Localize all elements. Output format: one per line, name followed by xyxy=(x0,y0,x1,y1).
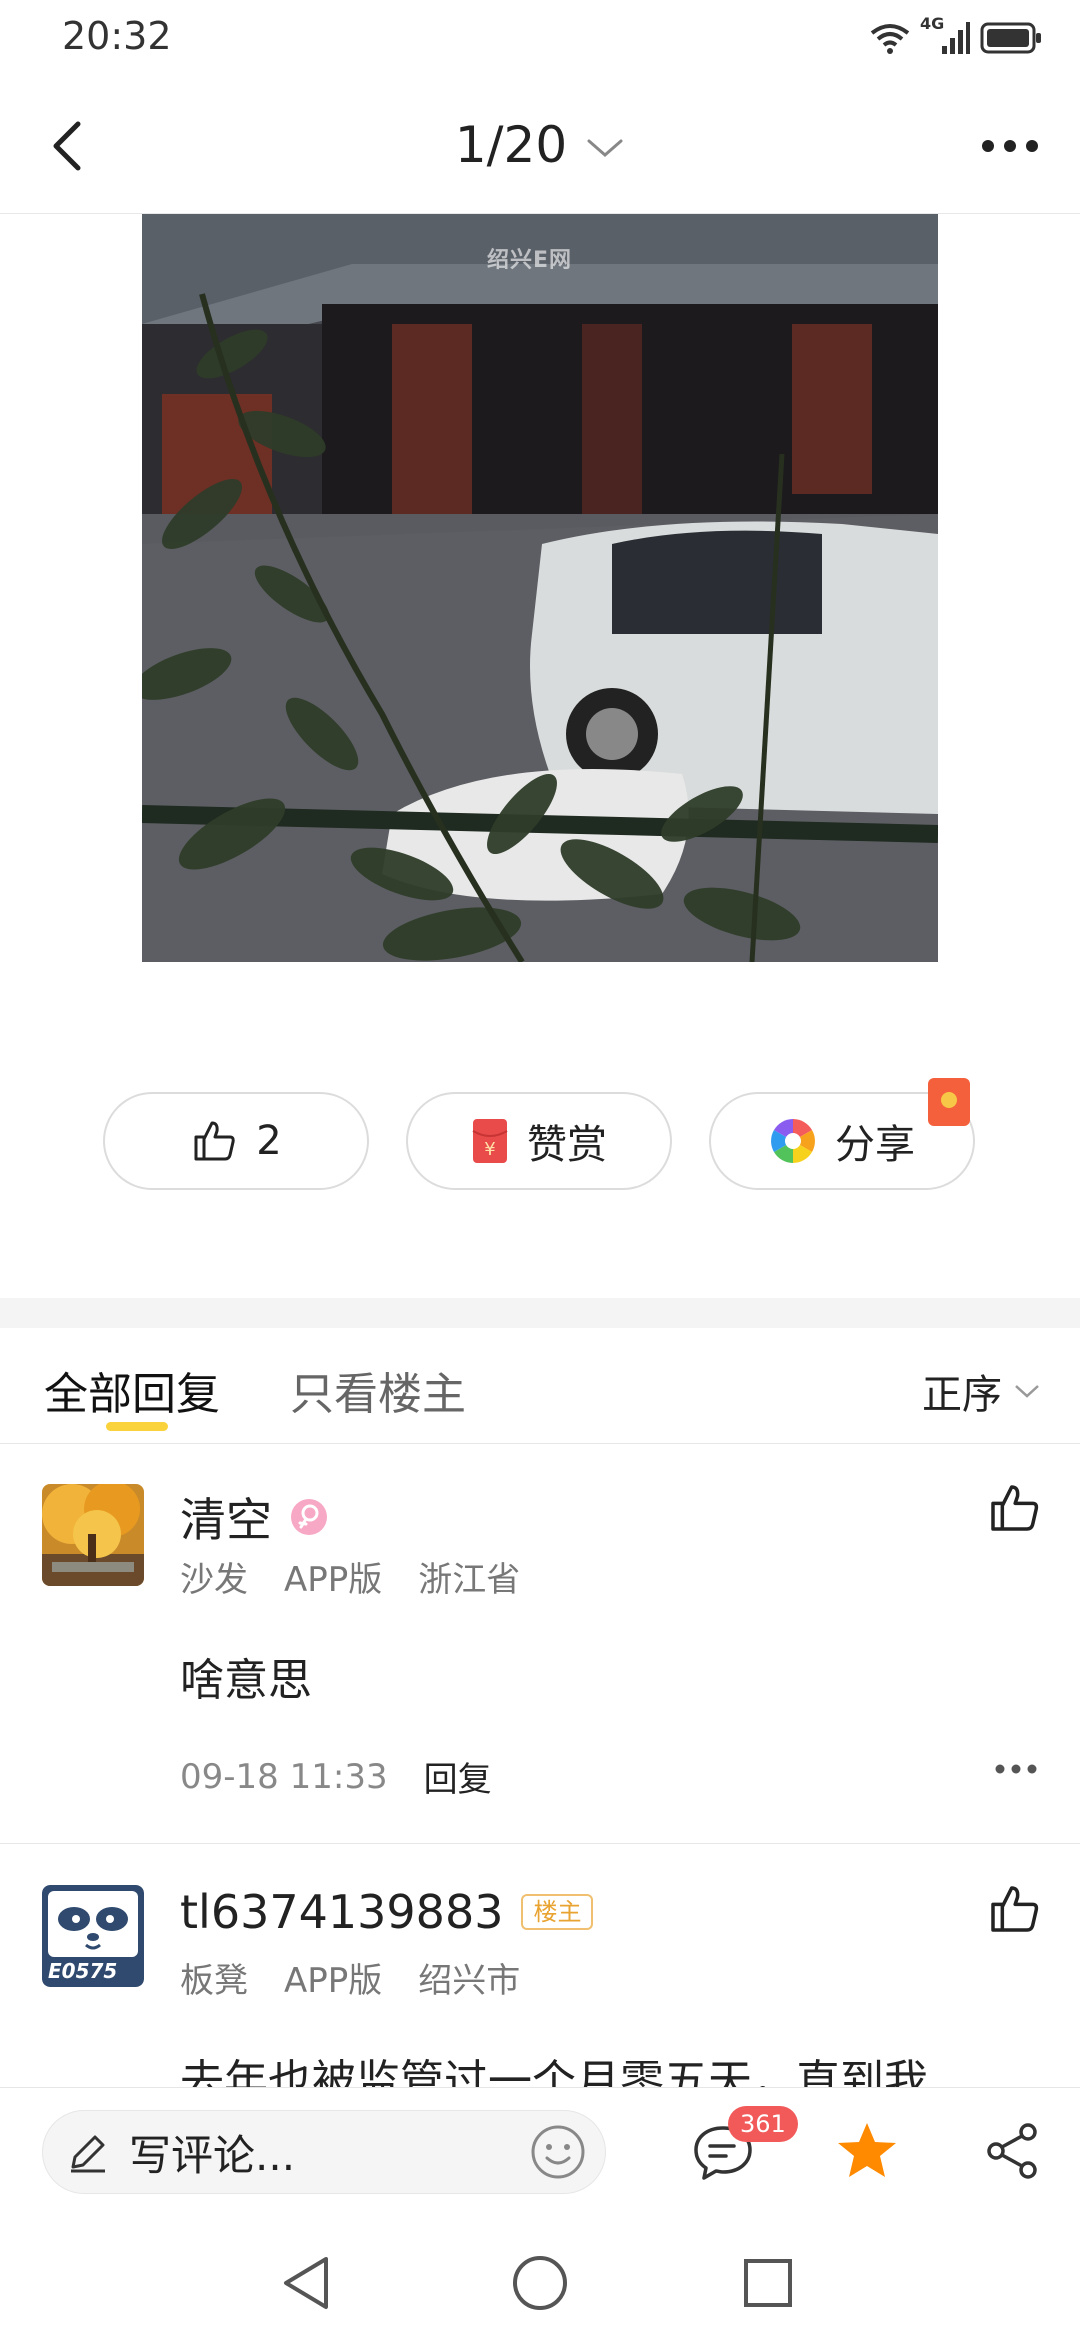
share-nodes-icon xyxy=(987,2123,1037,2179)
sort-order-dropdown[interactable]: 正序 xyxy=(922,1362,1040,1420)
system-nav-bar xyxy=(0,2215,1080,2340)
reward-label: 赞赏 xyxy=(527,1122,607,1168)
bottom-action-bar: 写评论... 361 xyxy=(0,2087,1080,2215)
comment-item: 清空 沙发 APP版 浙江省 啥意思 09-18 11:33 回复 xyxy=(0,1444,1080,1844)
thumbs-up-icon xyxy=(991,1485,1039,1531)
red-packet-badge-icon xyxy=(928,1078,970,1126)
svg-text:¥: ¥ xyxy=(484,1139,495,1160)
more-dots-icon xyxy=(982,140,1038,152)
status-icons: 4G xyxy=(870,14,1042,60)
like-count: 2 xyxy=(256,1118,282,1164)
autumn-tree-avatar-image xyxy=(42,1484,144,1586)
top-nav-bar: 1/20 xyxy=(0,80,1080,214)
post-photo[interactable]: 绍兴E网 xyxy=(142,214,938,962)
emoji-icon[interactable] xyxy=(529,2123,587,2181)
like-button[interactable]: 2 xyxy=(103,1092,369,1190)
comment-placeholder: 写评论... xyxy=(129,2130,296,2180)
thumbs-up-icon xyxy=(194,1121,235,1161)
comment-time: 09-18 11:33 xyxy=(180,1756,388,1797)
comment-client: APP版 xyxy=(284,1560,383,1600)
favorite-button[interactable] xyxy=(834,2118,900,2184)
night-courtyard-image xyxy=(142,214,938,962)
system-home-button[interactable] xyxy=(508,2251,572,2315)
status-time: 20:32 xyxy=(62,14,172,58)
comment-count-badge: 361 xyxy=(728,2106,798,2142)
comment-location: 浙江省 xyxy=(418,1560,521,1600)
photo-watermark: 绍兴E网 xyxy=(487,248,573,273)
more-options-button[interactable] xyxy=(970,110,1050,182)
square-recents-icon xyxy=(744,2259,792,2307)
circle-home-icon xyxy=(513,2256,567,2310)
active-tab-indicator xyxy=(106,1422,168,1431)
comment-floor: 板凳 xyxy=(180,1961,248,2001)
reply-tabs: 全部回复 只看楼主 正序 xyxy=(0,1328,1080,1444)
status-bar: 20:32 4G xyxy=(0,0,1080,80)
star-icon xyxy=(838,2123,896,2177)
comment-username: 清空 xyxy=(180,1493,272,1547)
thumbs-up-icon xyxy=(991,1886,1039,1932)
reply-button[interactable]: 回复 xyxy=(424,1752,492,1801)
more-dots-icon xyxy=(995,1764,1037,1774)
comment-item: E0575 tl6374139883 楼主 板凳 APP版 绍兴市 去年也被监管… xyxy=(0,1845,1080,2087)
chevron-down-icon xyxy=(1015,1385,1039,1398)
comment-footer: 09-18 11:33 回复 xyxy=(180,1752,492,1801)
battery-icon xyxy=(980,22,1041,54)
tab-all-replies[interactable]: 全部回复 xyxy=(44,1358,220,1422)
red-envelope-icon: ¥ xyxy=(472,1119,508,1163)
comment-like-button[interactable] xyxy=(986,1881,1042,1937)
comment-location: 绍兴市 xyxy=(418,1961,521,2001)
triangle-back-icon xyxy=(284,2257,328,2309)
cellular-signal-icon: 4G xyxy=(920,14,970,58)
avatar[interactable]: E0575 xyxy=(42,1885,144,1987)
pen-icon xyxy=(71,2135,105,2173)
page-indicator-dropdown[interactable]: 1/20 xyxy=(0,116,1080,174)
female-gender-icon xyxy=(291,1499,327,1535)
comment-more-button[interactable] xyxy=(986,1744,1046,1794)
owner-badge: 楼主 xyxy=(521,1894,594,1930)
avatar-logo-text: E0575 xyxy=(48,1959,118,1983)
page-indicator: 1/20 xyxy=(454,116,568,174)
share-icon-button[interactable] xyxy=(980,2118,1046,2184)
share-pinwheel-icon xyxy=(771,1119,815,1163)
sort-label: 正序 xyxy=(922,1372,1002,1418)
system-recents-button[interactable] xyxy=(736,2251,800,2315)
comment-meta: 板凳 APP版 绍兴市 xyxy=(180,1953,520,2002)
reward-button[interactable]: ¥ 赞赏 xyxy=(406,1092,672,1190)
comment-author[interactable]: 清空 xyxy=(180,1484,328,1550)
comment-like-button[interactable] xyxy=(986,1480,1042,1536)
system-back-button[interactable] xyxy=(276,2251,340,2315)
comment-body: 去年也被监管过一个月零五天，直到我 xyxy=(180,2056,928,2087)
comment-meta: 沙发 APP版 浙江省 xyxy=(180,1552,520,1601)
tab-owner-only[interactable]: 只看楼主 xyxy=(290,1358,466,1422)
comment-author[interactable]: tl6374139883 楼主 xyxy=(180,1885,594,1939)
section-divider xyxy=(0,1298,1080,1328)
share-label: 分享 xyxy=(835,1122,915,1168)
comment-username: tl6374139883 xyxy=(180,1885,504,1939)
write-comment-input[interactable]: 写评论... xyxy=(42,2110,606,2194)
chevron-down-icon xyxy=(587,139,623,157)
comment-client: APP版 xyxy=(284,1961,383,2001)
wifi-icon xyxy=(870,24,910,54)
comment-body: 啥意思 xyxy=(180,1655,312,1706)
avatar[interactable] xyxy=(42,1484,144,1586)
comment-floor: 沙发 xyxy=(180,1560,248,1600)
